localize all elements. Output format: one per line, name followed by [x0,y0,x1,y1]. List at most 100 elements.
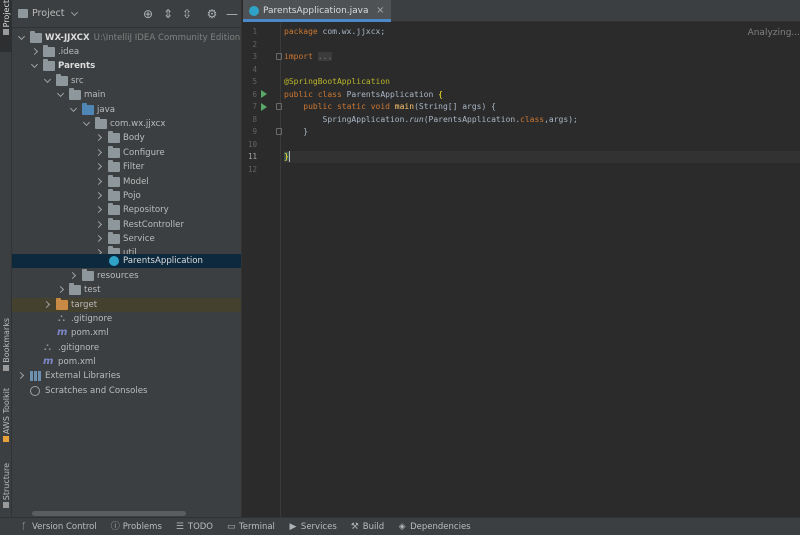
chevron-right-icon[interactable] [56,285,65,294]
version-control-label: Version Control [32,521,97,532]
project-tool-tab[interactable]: Project [0,0,12,52]
tree-item-pojo[interactable]: Pojo [12,189,241,203]
tree-item-java[interactable]: java [12,103,241,117]
code-token: run [409,115,424,124]
editor-area: ParentsApplication.java × Analyzing... 1… [243,0,800,517]
code-view[interactable]: package com.wx.jjxcx; import ... @Spring… [284,23,800,517]
chevron-right-icon[interactable] [94,133,103,142]
folded-imports[interactable]: ... [317,52,333,61]
left-tool-stripe: Project Bookmarks AWS Toolkit Structure [0,0,12,517]
chevron-down-icon[interactable] [82,118,91,127]
tree-item-external-libraries[interactable]: External Libraries [12,369,241,383]
chevron-right-icon[interactable] [94,162,103,171]
tree-item-configure[interactable]: Configure [12,146,241,160]
tree-item-label: .idea [58,47,80,57]
editor-tab-parentsapplication[interactable]: ParentsApplication.java × [243,0,391,22]
version-control-button[interactable]: ᚴ Version Control [20,521,97,532]
tree-item-target[interactable]: target [12,298,241,312]
tree-item-body[interactable]: Body [12,131,241,145]
chevron-right-icon[interactable] [94,177,103,186]
tree-item-scratches[interactable]: Scratches and Consoles [12,384,241,398]
fold-marker-icon[interactable] [276,103,282,110]
locate-icon[interactable]: ⊕ [142,7,154,21]
tree-item-idea[interactable]: .idea [12,45,241,59]
todo-button[interactable]: ☰ TODO [176,522,213,532]
close-icon[interactable]: × [376,0,384,22]
tree-item-label: pom.xml [58,357,96,367]
chevron-down-icon[interactable] [17,32,26,41]
chevron-right-icon[interactable] [16,371,25,380]
bookmarks-tool-tab[interactable]: Bookmarks [0,318,12,371]
services-label: Services [300,521,337,532]
tree-item-parentsapplication[interactable]: ParentsApplication [12,254,241,268]
tree-item-filter[interactable]: Filter [12,160,241,174]
line-number: 1 [252,27,257,36]
tree-item-label: Pojo [123,191,141,201]
tree-item-main[interactable]: main [12,88,241,102]
collapse-all-icon[interactable]: ⇳ [181,7,193,21]
tree-item-com-wx-jjxcx[interactable]: com.wx.jjxcx [12,117,241,131]
tree-item-label: Repository [123,205,169,215]
tree-item-label: Configure [123,148,165,158]
chevron-right-icon[interactable] [94,220,103,229]
chevron-right-icon[interactable] [94,234,103,243]
fold-marker-icon[interactable] [276,53,282,60]
build-button[interactable]: ⚒ Build [351,522,384,532]
chevron-down-icon[interactable] [56,89,65,98]
code-token: ,args); [544,115,578,124]
tree-item-service[interactable]: Service [12,232,241,246]
hide-icon[interactable]: — [226,7,238,21]
chevron-right-icon[interactable] [42,300,51,309]
line-number: 9 [252,127,257,136]
tree-item-src[interactable]: src [12,74,241,88]
chevron-down-icon[interactable] [30,60,39,69]
chevron-right-icon[interactable] [68,271,77,280]
code-token: @SpringBootApplication [284,77,390,86]
chevron-right-icon[interactable] [94,148,103,157]
tree-item-test[interactable]: test [12,283,241,297]
chevron-down-icon[interactable] [69,104,78,113]
run-class-icon[interactable] [261,90,267,98]
expand-all-icon[interactable]: ⇕ [162,7,174,21]
project-panel: Project ⊕ ⇕ ⇳ ⚙ — WX-JJXCX U:\IntelliJ ID… [12,0,259,517]
chevron-right-icon[interactable] [94,205,103,214]
tree-item-parents[interactable]: Parents [12,59,241,73]
fold-marker-icon[interactable] [276,128,282,135]
package-icon [95,117,107,129]
tree-item-gitignore-root[interactable]: ⛬ .gitignore [12,341,241,355]
horizontal-scrollbar[interactable] [32,511,186,516]
tree-item-repository[interactable]: Repository [12,203,241,217]
tree-item-pom-xml-root[interactable]: m pom.xml [12,355,241,369]
terminal-icon: ▭ [227,521,236,532]
gitignore-icon: ⛬ [44,342,51,353]
project-view-selector[interactable]: Project [18,8,80,19]
problems-button[interactable]: ⓘ Problems [111,522,162,532]
spring-boot-icon [109,256,119,266]
tree-item-wx-jjxcx[interactable]: WX-JJXCX U:\IntelliJ IDEA Community Editi… [12,31,259,45]
aws-toolkit-tool-tab[interactable]: AWS Toolkit [0,388,12,443]
structure-tool-tab[interactable]: Structure [0,463,12,509]
todo-label: TODO [187,521,213,532]
chevron-right-icon[interactable] [94,191,103,200]
run-main-icon[interactable] [261,103,267,111]
code-line-11: } [284,151,800,163]
tree-item-label: target [71,300,98,310]
tree-item-restcontroller[interactable]: RestController [12,218,241,232]
terminal-button[interactable]: ▭ Terminal [227,522,275,532]
tree-item-gitignore[interactable]: ⛬ .gitignore [12,312,241,326]
tree-item-resources[interactable]: resources [12,269,241,283]
tree-item-label: resources [97,271,139,281]
dependencies-button[interactable]: ◈ Dependencies [398,522,471,532]
gear-icon[interactable]: ⚙ [206,7,218,21]
problems-icon: ⓘ [110,521,120,532]
services-button[interactable]: ▶ Services [289,521,337,532]
tree-item-pom-xml[interactable]: m pom.xml [12,326,241,340]
tree-item-model[interactable]: Model [12,175,241,189]
chevron-right-icon[interactable] [30,47,39,56]
project-tree: WX-JJXCX U:\IntelliJ IDEA Community Editi… [12,31,259,501]
editor-tab-bar: ParentsApplication.java × [243,0,800,22]
folder-icon [56,74,68,86]
chevron-down-icon[interactable] [43,75,52,84]
tree-item-label: Scratches and Consoles [45,386,148,396]
line-number: 11 [247,152,257,161]
